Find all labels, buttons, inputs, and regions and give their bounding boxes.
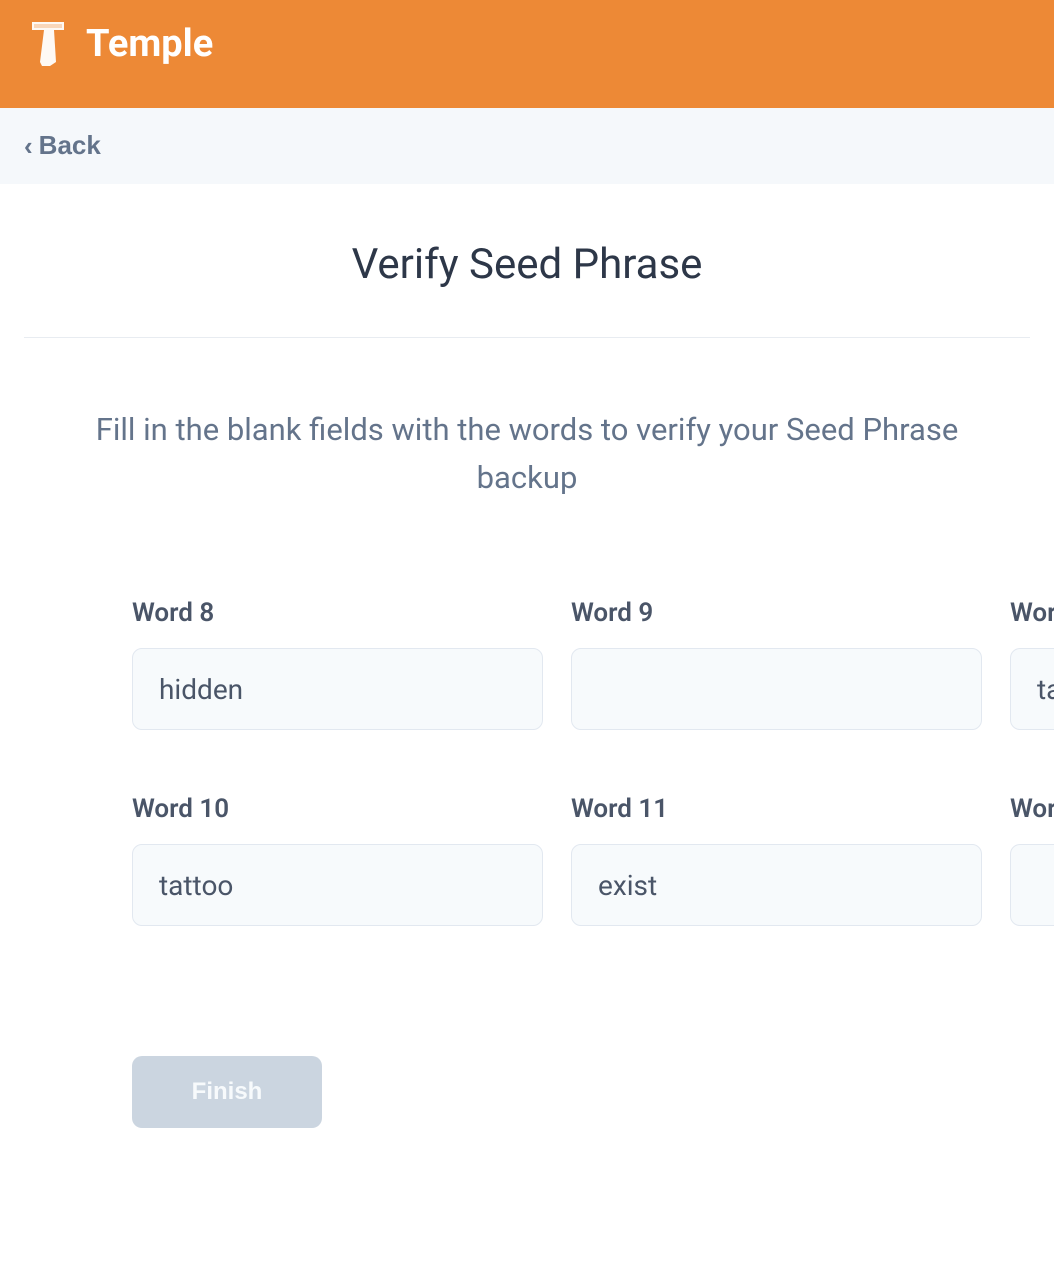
word-item: Word 11 [571,794,982,926]
word-label: Word 11 [571,794,982,824]
app-name: Temple [86,22,213,66]
temple-logo-icon [24,18,72,70]
main-content: Verify Seed Phrase Fill in the blank fie… [0,184,1054,1128]
instructions-text: Fill in the blank fields with the words … [24,406,1030,502]
word-item: Word 12 [1010,794,1054,926]
word-label: Word 10 [132,794,543,824]
word-input-10b[interactable] [132,844,543,926]
back-bar: ‹ Back [0,108,1054,184]
back-label: Back [39,130,101,161]
chevron-left-icon: ‹ [24,133,33,159]
word-input-11[interactable] [571,844,982,926]
back-button[interactable]: ‹ Back [24,130,101,161]
word-item: Word 8 [132,598,543,730]
word-input-8[interactable] [132,648,543,730]
logo: Temple [24,18,213,70]
word-item: Word 10 [132,794,543,926]
word-label: Word 8 [132,598,543,628]
page-title: Verify Seed Phrase [24,240,1030,338]
app-header: Temple [0,0,1054,108]
word-label: Word 9 [571,598,982,628]
word-input-10a[interactable] [1010,648,1054,730]
word-input-9[interactable] [571,648,982,730]
word-input-12[interactable] [1010,844,1054,926]
word-item: Word 9 [571,598,982,730]
word-label: Word 10 [1010,598,1054,628]
word-grid: Word 8 Word 9 Word 10 Word 10 Word 11 Wo… [24,598,1030,926]
finish-button[interactable]: Finish [132,1056,322,1128]
word-item: Word 10 [1010,598,1054,730]
word-label: Word 12 [1010,794,1054,824]
